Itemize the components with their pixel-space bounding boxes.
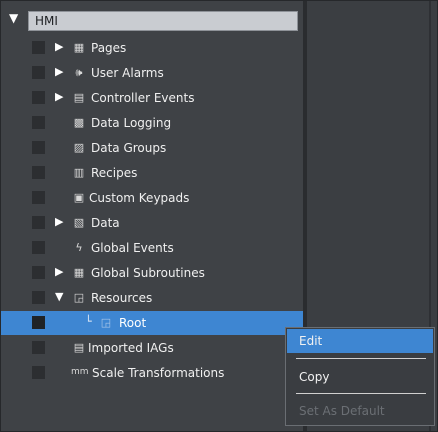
recipes-icon: ▥	[73, 166, 85, 179]
collapsed-arrow-icon[interactable]: ▶	[55, 264, 63, 280]
tree-root-hmi[interactable]: ▼ HMI	[1, 1, 303, 31]
tree-item-resources[interactable]: ▼ ◲ Resources	[1, 286, 303, 310]
tree-item-label: User Alarms	[91, 66, 164, 80]
collapsed-arrow-icon[interactable]: ▶	[55, 64, 63, 80]
menu-item-edit[interactable]: Edit	[287, 329, 433, 353]
collapsed-arrow-icon[interactable]: ▶	[55, 89, 63, 105]
checkbox-square[interactable]	[32, 166, 45, 179]
checkbox-square[interactable]	[32, 241, 45, 254]
iags-icon: ▤	[73, 341, 85, 354]
tree-item-label: Recipes	[91, 166, 138, 180]
expand-arrow-icon[interactable]: ▼	[9, 11, 18, 25]
menu-item-label: Copy	[299, 370, 330, 384]
tree-item-label: Data Logging	[91, 116, 172, 130]
checkbox-square[interactable]	[32, 116, 45, 129]
menu-separator	[296, 393, 426, 394]
tree-branch-icon: └	[85, 315, 92, 328]
data-logging-icon: ▩	[73, 116, 85, 129]
data-groups-icon: ▨	[73, 141, 85, 154]
checkbox-square[interactable]	[32, 141, 45, 154]
multiview-explorer-tree: ▼ HMI ▶ ▦ Pages ▶ 🕪 User Alarms ▶ ▤ Cont…	[1, 1, 303, 431]
tree-item-custom-keypads[interactable]: ▣ Custom Keypads	[1, 186, 303, 210]
menu-item-set-as-default: Set As Default	[287, 399, 433, 423]
tree-item-pages[interactable]: ▶ ▦ Pages	[1, 36, 303, 60]
tree-item-label: Scale Transformations	[92, 366, 225, 380]
tree-item-label: Imported IAGs	[88, 341, 174, 355]
menu-separator	[296, 358, 426, 359]
tree-item-label: Custom Keypads	[89, 191, 190, 205]
tree-item-label: Data Groups	[91, 141, 167, 155]
checkbox-square[interactable]	[32, 216, 45, 229]
tree-item-global-subroutines[interactable]: ▶ ▦ Global Subroutines	[1, 261, 303, 285]
resources-icon: ◲	[73, 291, 85, 304]
tree-root-header[interactable]: HMI	[28, 11, 298, 31]
tree-item-recipes[interactable]: ▥ Recipes	[1, 161, 303, 185]
expanded-arrow-icon[interactable]: ▼	[55, 289, 63, 305]
tree-item-controller-events[interactable]: ▶ ▤ Controller Events	[1, 86, 303, 110]
keypad-icon: ▣	[73, 191, 85, 204]
tree-item-global-events[interactable]: ϟ Global Events	[1, 236, 303, 260]
menu-item-label: Set As Default	[299, 404, 385, 418]
menu-item-label: Edit	[299, 334, 323, 348]
tree-item-data-groups[interactable]: ▨ Data Groups	[1, 136, 303, 160]
tree-item-label: Root	[119, 316, 147, 330]
data-icon: ▧	[73, 216, 85, 229]
subroutine-icon: ▦	[73, 266, 85, 279]
tree-item-label: Data	[91, 216, 120, 230]
context-menu: Edit Copy Set As Default	[285, 327, 435, 426]
checkbox-square[interactable]	[32, 316, 45, 329]
menu-item-copy[interactable]: Copy	[287, 365, 433, 389]
checkbox-square[interactable]	[32, 366, 45, 379]
checkbox-square[interactable]	[32, 291, 45, 304]
tree-item-imported-iags[interactable]: ▤ Imported IAGs	[1, 336, 303, 360]
tree-item-root[interactable]: └ ◲ Root	[1, 311, 303, 335]
controller-events-icon: ▤	[73, 91, 85, 104]
tree-item-data[interactable]: ▶ ▧ Data	[1, 211, 303, 235]
collapsed-arrow-icon[interactable]: ▶	[55, 214, 63, 230]
checkbox-square[interactable]	[32, 341, 45, 354]
checkbox-square[interactable]	[32, 66, 45, 79]
tree-item-data-logging[interactable]: ▩ Data Logging	[1, 111, 303, 135]
tree-item-label: Pages	[91, 41, 127, 55]
tree-root-label: HMI	[35, 14, 58, 28]
collapsed-arrow-icon[interactable]: ▶	[55, 39, 63, 55]
checkbox-square[interactable]	[32, 266, 45, 279]
tree-item-scale-transformations[interactable]: mm Scale Transformations	[1, 361, 303, 385]
tree-item-label: Resources	[91, 291, 153, 305]
tree-item-label: Controller Events	[91, 91, 195, 105]
tree-item-user-alarms[interactable]: ▶ 🕪 User Alarms	[1, 61, 303, 85]
pages-icon: ▦	[73, 41, 85, 54]
speaker-icon: 🕪	[75, 66, 83, 79]
scale-icon: mm	[71, 367, 89, 377]
lightning-icon: ϟ	[75, 241, 83, 254]
checkbox-square[interactable]	[32, 191, 45, 204]
checkbox-square[interactable]	[32, 41, 45, 54]
tree-item-label: Global Events	[91, 241, 174, 255]
checkbox-square[interactable]	[32, 91, 45, 104]
folder-icon: ◲	[100, 316, 112, 329]
tree-item-label: Global Subroutines	[91, 266, 205, 280]
